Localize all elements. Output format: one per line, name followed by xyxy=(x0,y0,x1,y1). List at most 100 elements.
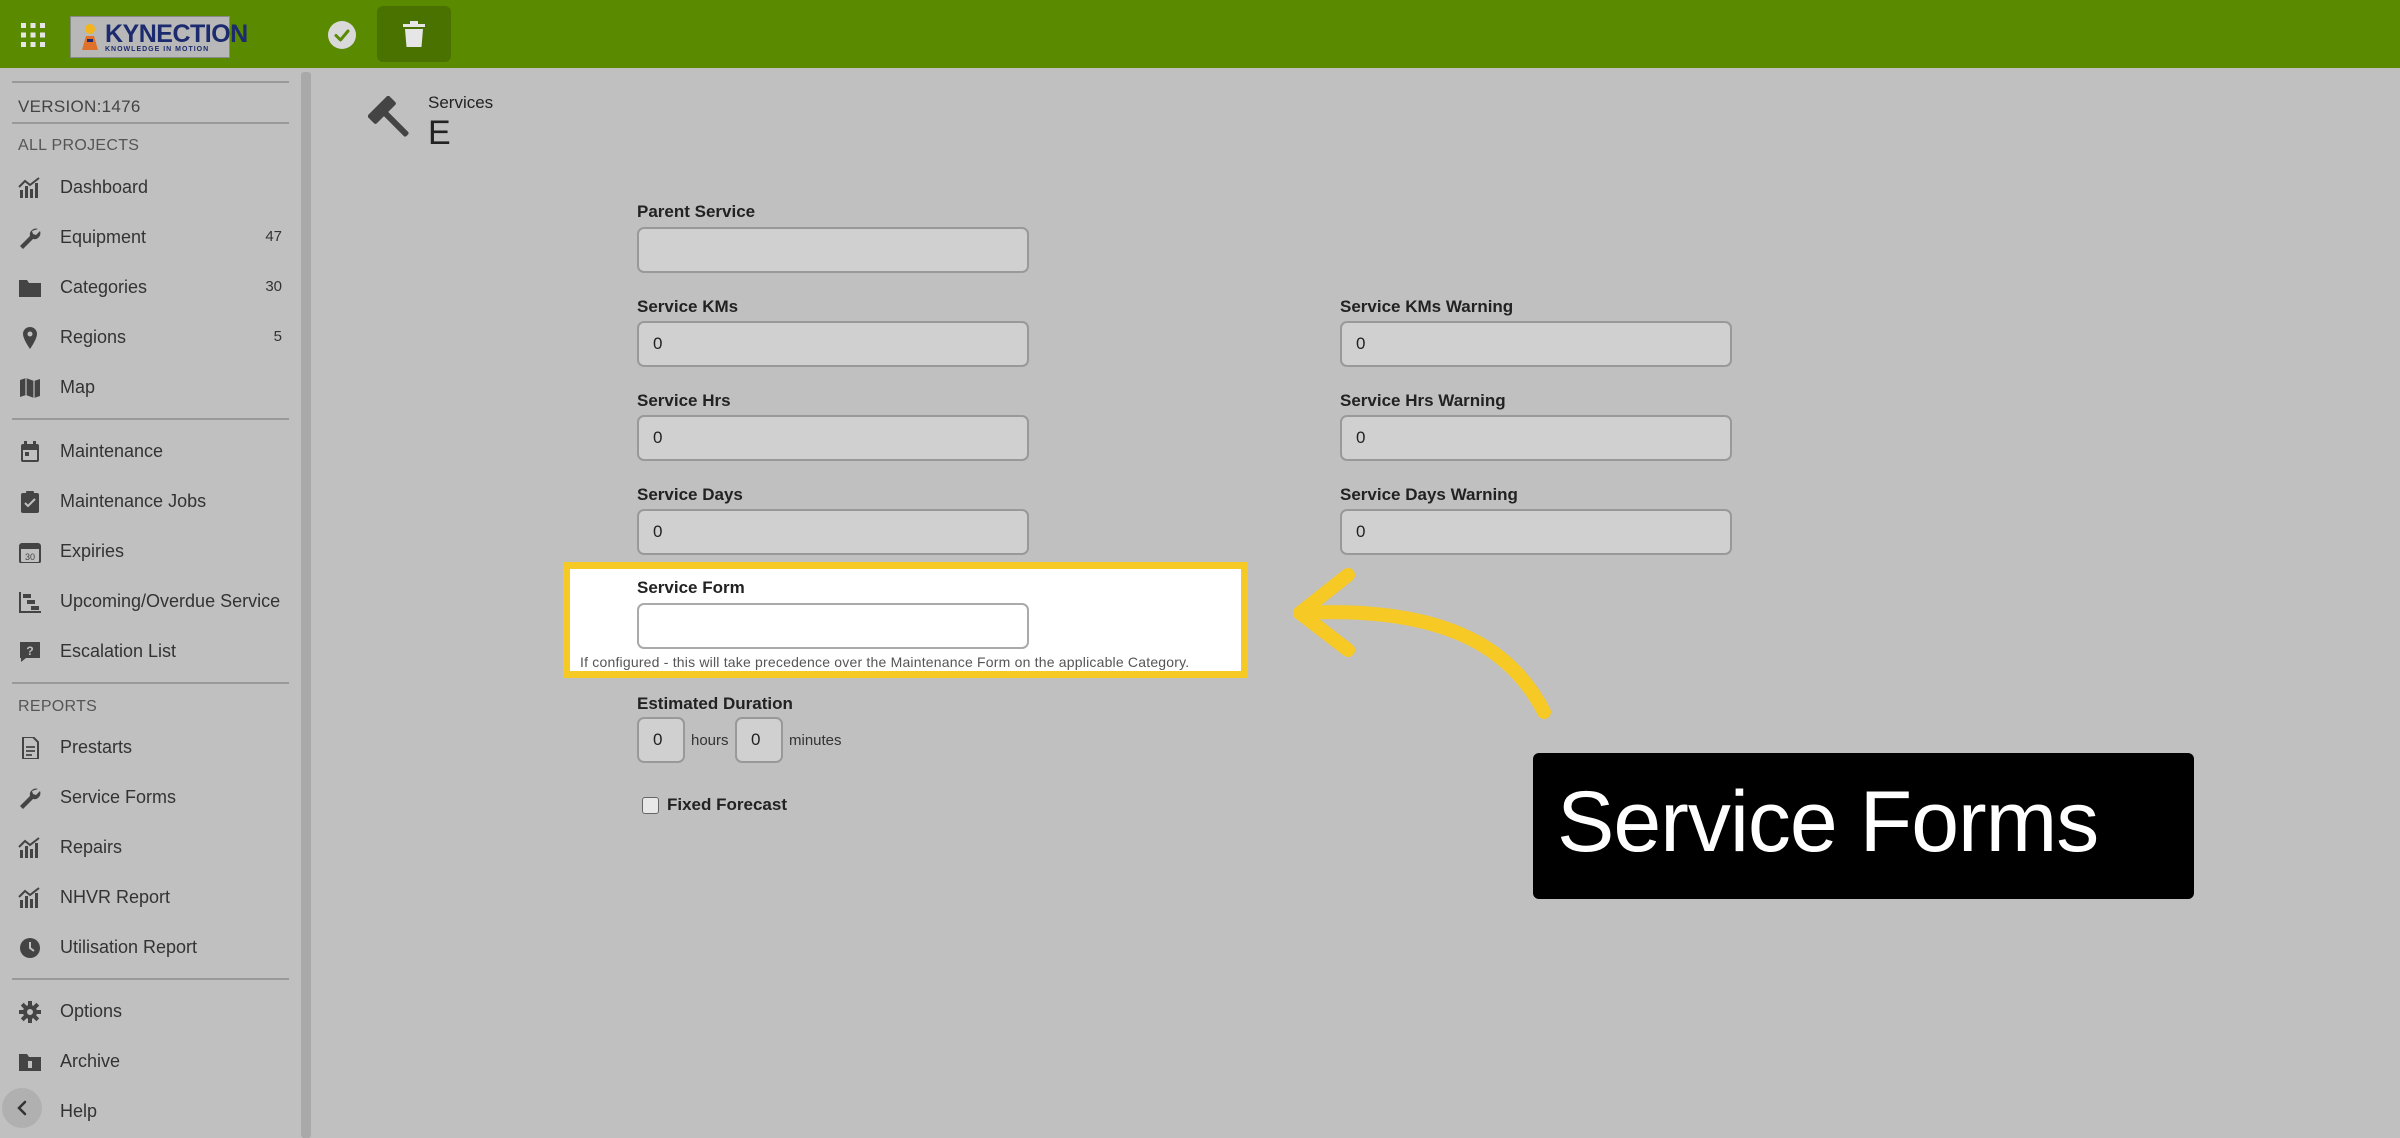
sidebar-item-label: Prestarts xyxy=(60,737,133,757)
service-hrs-warning-input[interactable] xyxy=(1340,415,1732,461)
service-hrs-warning-label: Service Hrs Warning xyxy=(1340,391,1506,410)
service-form-input[interactable] xyxy=(637,603,1029,649)
sidebar-item-label: Archive xyxy=(60,1051,121,1071)
wrench-icon xyxy=(18,787,42,809)
sidebar-item-dashboard[interactable]: Dashboard xyxy=(0,167,290,207)
service-kms-label: Service KMs xyxy=(637,297,739,316)
sidebar-divider xyxy=(12,81,289,83)
sidebar-scrollbar[interactable] xyxy=(301,72,311,1138)
sidebar-item-label: Equipment xyxy=(60,227,147,247)
version-label: VERSION:1476 xyxy=(18,97,141,116)
folder-icon xyxy=(18,277,42,299)
service-form-label: Service Form xyxy=(637,578,745,597)
check-circle-icon xyxy=(334,29,350,42)
calendar-30-icon: 30 xyxy=(18,541,42,564)
sidebar-item-equipment[interactable]: Equipment 47 xyxy=(0,217,290,257)
save-check-button[interactable] xyxy=(328,21,356,49)
sidebar-item-label: Help xyxy=(60,1101,98,1121)
sidebar-item-label: Regions xyxy=(60,327,127,347)
sidebar-item-service-forms[interactable]: Service Forms xyxy=(0,777,290,817)
sidebar-item-label: Escalation List xyxy=(60,641,177,661)
sidebar-item-label: Service Forms xyxy=(60,787,177,807)
sidebar-item-label: Repairs xyxy=(60,837,123,857)
sidebar-item-help[interactable]: Help xyxy=(0,1091,290,1131)
sidebar-item-label: Map xyxy=(60,377,96,397)
section-reports: REPORTS xyxy=(18,698,98,715)
sidebar-item-repairs[interactable]: Repairs xyxy=(0,827,290,867)
calendar-icon xyxy=(18,441,42,463)
sidebar-item-upcoming-overdue-service[interactable]: Upcoming/Overdue Service xyxy=(0,581,290,621)
svg-text:30: 30 xyxy=(25,552,35,562)
sidebar-item-escalation-list[interactable]: ? Escalation List xyxy=(0,631,290,671)
sidebar-item-regions[interactable]: Regions 5 xyxy=(0,317,290,357)
wrench-icon xyxy=(18,227,42,249)
sidebar-item-label: Upcoming/Overdue Service xyxy=(60,591,281,611)
sidebar-divider xyxy=(12,122,289,124)
apps-grid-icon[interactable] xyxy=(20,22,46,48)
duration-minutes-input[interactable] xyxy=(735,717,783,763)
service-days-input[interactable] xyxy=(637,509,1029,555)
clock-icon xyxy=(18,937,42,959)
sidebar-item-nhvr-report[interactable]: NHVR Report xyxy=(0,877,290,917)
fixed-forecast-checkbox[interactable] xyxy=(642,797,659,814)
sidebar-divider xyxy=(12,418,289,420)
sidebar-item-utilisation-report[interactable]: Utilisation Report xyxy=(0,927,290,967)
app-logo[interactable]: KYNECTION KNOWLEDGE IN MOTION xyxy=(70,16,248,58)
count-badge: 30 xyxy=(265,278,282,295)
service-hrs-label: Service Hrs xyxy=(637,391,731,410)
archive-folder-icon xyxy=(18,1051,42,1073)
svg-text:?: ? xyxy=(26,644,33,658)
sidebar-item-label: NHVR Report xyxy=(60,887,171,907)
gear-icon xyxy=(18,1001,42,1023)
minutes-unit-label: minutes xyxy=(789,732,842,749)
trash-icon xyxy=(403,21,425,47)
service-kms-input[interactable] xyxy=(637,321,1029,367)
estimated-duration-label: Estimated Duration xyxy=(637,694,793,713)
logo-mark-icon xyxy=(82,24,98,50)
sidebar-item-options[interactable]: Options xyxy=(0,991,290,1031)
sidebar-item-categories[interactable]: Categories 30 xyxy=(0,267,290,307)
logo-tagline: KNOWLEDGE IN MOTION xyxy=(105,46,210,53)
service-form-helper-text: If configured - this will take precedenc… xyxy=(580,654,1190,670)
sidebar-item-label: Dashboard xyxy=(60,177,149,197)
timeline-icon xyxy=(18,591,42,613)
sidebar-item-maintenance-jobs[interactable]: Maintenance Jobs xyxy=(0,481,290,521)
logo-text: KYNECTION xyxy=(105,20,248,48)
section-all-projects: ALL PROJECTS xyxy=(18,137,140,154)
sidebar-item-maintenance[interactable]: Maintenance xyxy=(0,431,290,471)
breadcrumb-section: Services xyxy=(428,93,494,112)
service-days-warning-input[interactable] xyxy=(1340,509,1732,555)
collapse-sidebar-button[interactable] xyxy=(2,1088,42,1128)
sidebar-item-label: Options xyxy=(60,1001,123,1021)
sidebar-item-label: Categories xyxy=(60,277,148,297)
delete-button[interactable] xyxy=(377,6,451,62)
document-icon xyxy=(18,736,42,760)
parent-service-input[interactable] xyxy=(637,227,1029,273)
sidebar-item-label: Maintenance xyxy=(60,441,164,461)
duration-hours-input[interactable] xyxy=(637,717,685,763)
sidebar-divider xyxy=(12,682,289,684)
parent-service-label: Parent Service xyxy=(637,202,756,221)
top-bar: KYNECTION KNOWLEDGE IN MOTION xyxy=(0,0,2400,68)
map-icon xyxy=(18,377,42,399)
bar-chart-icon xyxy=(18,177,42,199)
sidebar-item-label: Expiries xyxy=(60,541,125,561)
hammer-icon xyxy=(368,96,409,137)
annotation-arrow-icon xyxy=(1293,568,1551,719)
count-badge: 47 xyxy=(265,228,282,245)
service-kms-warning-input[interactable] xyxy=(1340,321,1732,367)
help-chat-icon: ? xyxy=(18,641,42,663)
service-kms-warning-label: Service KMs Warning xyxy=(1340,297,1514,316)
bar-chart-icon xyxy=(18,837,42,859)
count-badge: 5 xyxy=(273,328,282,345)
page-title: E xyxy=(428,114,451,152)
service-hrs-input[interactable] xyxy=(637,415,1029,461)
sidebar-item-archive[interactable]: Archive xyxy=(0,1041,290,1081)
clipboard-check-icon xyxy=(18,491,42,513)
sidebar-divider xyxy=(12,978,289,980)
sidebar-item-prestarts[interactable]: Prestarts xyxy=(0,727,290,767)
sidebar-item-label: Maintenance Jobs xyxy=(60,491,207,511)
sidebar-item-map[interactable]: Map xyxy=(0,367,290,407)
sidebar-item-expiries[interactable]: 30 Expiries xyxy=(0,531,290,571)
map-pin-icon xyxy=(18,327,42,349)
